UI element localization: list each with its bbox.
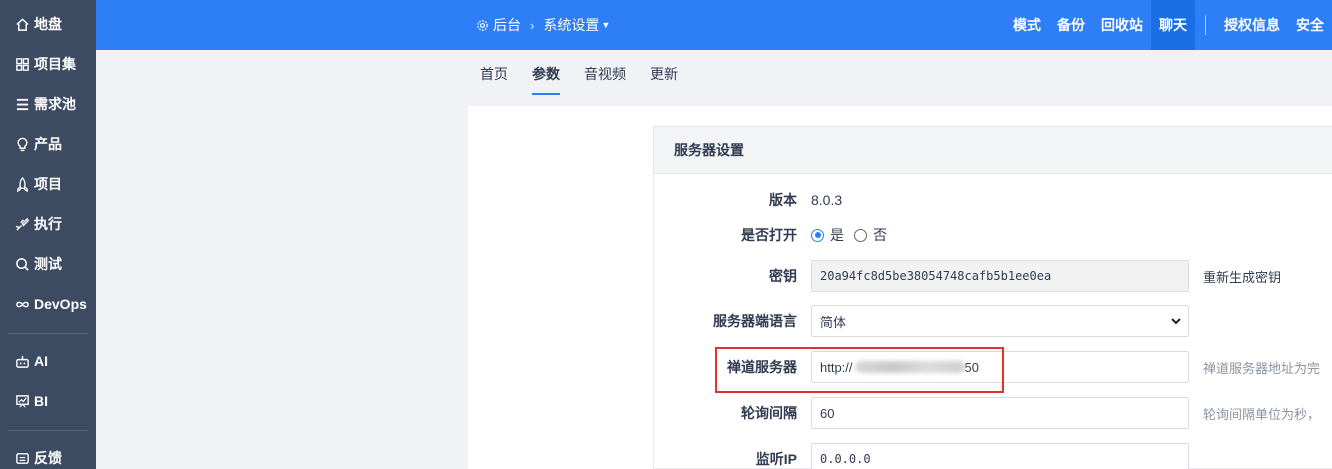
enable-no-radio[interactable]: 否 — [854, 225, 887, 245]
key-field[interactable]: 20a94fc8d5be38054748cafb5b1ee0ea — [811, 260, 1189, 292]
sidebar-item-devops[interactable]: DevOps — [0, 284, 96, 324]
bulb-icon — [14, 136, 30, 152]
server-url-suffix: 50 — [964, 359, 979, 375]
sidebar-item-label: 项目 — [34, 176, 62, 192]
server-url-field[interactable]: http:// 50 — [811, 351, 1189, 383]
sidebar-item-test[interactable]: 测试 — [0, 244, 96, 284]
polling-hint: 轮询间隔单位为秒， — [1203, 406, 1321, 422]
magnifier-icon — [14, 256, 30, 272]
version-row: 版本 8.0.3 — [654, 183, 1332, 217]
version-label: 版本 — [769, 192, 797, 208]
sidebar-item-bi[interactable]: BI — [0, 381, 96, 421]
top-link-backup[interactable]: 备份 — [1049, 0, 1093, 50]
top-link-chat[interactable]: 聊天 — [1151, 0, 1195, 50]
version-value: 8.0.3 — [811, 192, 843, 208]
run-icon — [14, 216, 30, 232]
server-hint: 禅道服务器地址为完 — [1203, 360, 1321, 376]
enable-radio-group: 是 否 — [811, 225, 897, 245]
listen-ip-field[interactable]: 0.0.0.0 — [811, 443, 1189, 469]
gear-icon — [476, 19, 489, 32]
infinity-icon — [14, 296, 30, 312]
server-label: 禅道服务器 — [727, 359, 797, 375]
list-icon — [14, 96, 30, 112]
radio-checked-icon — [811, 228, 824, 242]
sidebar-item-ai[interactable]: AI — [0, 341, 96, 381]
polling-field[interactable]: 60 — [811, 397, 1189, 429]
rocket-icon — [14, 176, 30, 192]
feedback-icon — [14, 450, 30, 466]
enable-label: 是否打开 — [741, 227, 797, 243]
sidebar-divider — [8, 333, 88, 334]
top-divider — [1205, 15, 1206, 35]
sidebar-item-label: AI — [34, 353, 48, 369]
sidebar-item-execution[interactable]: 执行 — [0, 204, 96, 244]
top-links: 模式 备份 回收站 聊天 授权信息 安全 — [1005, 0, 1332, 50]
top-navbar: 后台 › 系统设置 ▼ 模式 备份 回收站 聊天 授权信息 安全 — [96, 0, 1332, 50]
breadcrumb-admin[interactable]: 后台 — [476, 15, 521, 35]
language-label: 服务器端语言 — [713, 313, 797, 329]
sidebar-item-label: 反馈 — [34, 450, 62, 466]
breadcrumb-current-label: 系统设置 — [543, 17, 600, 33]
sidebar-item-product[interactable]: 产品 — [0, 124, 96, 164]
tab-av[interactable]: 音视频 — [584, 50, 626, 96]
sidebar-item-label: DevOps — [34, 296, 87, 312]
polling-row: 轮询间隔 60 轮询间隔单位为秒， — [654, 396, 1332, 430]
top-link-mode[interactable]: 模式 — [1005, 0, 1049, 50]
breadcrumb-system-settings[interactable]: 系统设置 ▼ — [543, 15, 610, 35]
top-link-license[interactable]: 授权信息 — [1216, 0, 1288, 50]
enable-no-label: 否 — [873, 227, 887, 243]
tab-update[interactable]: 更新 — [650, 50, 678, 96]
sidebar-item-label: 测试 — [34, 256, 62, 272]
home-icon — [14, 16, 30, 32]
sidebar-item-home[interactable]: 地盘 — [0, 4, 96, 44]
listen-ip-row: 监听IP 0.0.0.0 — [654, 442, 1332, 469]
top-link-security[interactable]: 安全 — [1288, 0, 1332, 50]
sidebar: 地盘 项目集 需求池 产品 项目 执行 测试 DevOps AI BI 反馈 — [0, 0, 96, 469]
card-title: 服务器设置 — [654, 127, 1332, 174]
robot-icon — [14, 353, 30, 369]
key-row: 密钥 20a94fc8d5be38054748cafb5b1ee0ea 重新生成… — [654, 259, 1332, 293]
sidebar-divider — [8, 430, 88, 431]
chart-board-icon — [14, 393, 30, 409]
server-row: 禅道服务器 http:// 50 禅道服务器地址为完 — [654, 350, 1332, 384]
sidebar-item-demand-pool[interactable]: 需求池 — [0, 84, 96, 124]
breadcrumb: 后台 › 系统设置 ▼ — [476, 0, 610, 50]
radio-unchecked-icon — [854, 228, 867, 242]
top-link-trash[interactable]: 回收站 — [1093, 0, 1151, 50]
listen-ip-label: 监听IP — [755, 451, 797, 467]
tab-home[interactable]: 首页 — [480, 50, 508, 96]
language-row: 服务器端语言 简体 — [654, 304, 1332, 338]
tab-params[interactable]: 参数 — [532, 50, 560, 96]
sidebar-item-label: 项目集 — [34, 56, 76, 72]
sidebar-item-label: 产品 — [34, 136, 62, 152]
caret-down-icon: ▼ — [601, 20, 611, 30]
sidebar-item-label: 需求池 — [34, 96, 76, 112]
grid-icon — [14, 56, 30, 72]
sidebar-item-label: 执行 — [34, 216, 62, 232]
chevron-down-icon — [1170, 315, 1182, 327]
language-select[interactable]: 简体 — [811, 305, 1189, 337]
redacted-blur — [854, 361, 965, 373]
breadcrumb-root-label: 后台 — [493, 17, 521, 33]
polling-label: 轮询间隔 — [741, 405, 797, 421]
sidebar-item-label: BI — [34, 393, 48, 409]
sidebar-item-label: 地盘 — [34, 16, 62, 32]
enable-yes-label: 是 — [830, 227, 844, 243]
chevron-right-icon: › — [530, 17, 535, 33]
sidebar-item-program[interactable]: 项目集 — [0, 44, 96, 84]
settings-tabs: 首页 参数 音视频 更新 — [480, 50, 702, 96]
enable-yes-radio[interactable]: 是 — [811, 225, 844, 245]
server-url-prefix: http:// — [820, 359, 853, 375]
regenerate-key-link[interactable]: 重新生成密钥 — [1203, 267, 1281, 286]
language-select-value: 简体 — [820, 314, 847, 330]
key-label: 密钥 — [769, 268, 797, 284]
sidebar-item-project[interactable]: 项目 — [0, 164, 96, 204]
sidebar-item-feedback[interactable]: 反馈 — [0, 438, 96, 469]
enable-row: 是否打开 是 否 — [654, 218, 1332, 252]
